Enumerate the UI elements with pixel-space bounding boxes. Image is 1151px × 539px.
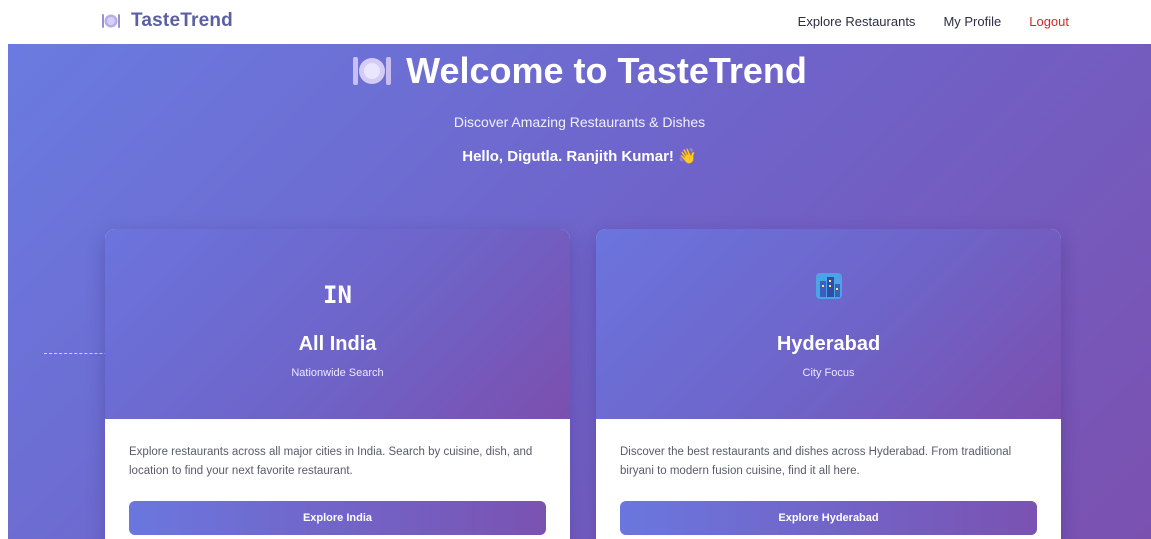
hero-subtitle: Discover Amazing Restaurants & Dishes <box>453 114 706 130</box>
brand-logo[interactable]: TasteTrend <box>101 10 233 32</box>
india-flag-badge: IN <box>323 281 352 309</box>
top-navbar: TasteTrend Explore Restaurants My Profil… <box>0 0 1151 44</box>
hero-title-row: Welcome to TasteTrend <box>8 50 1151 92</box>
city-icon <box>815 273 842 299</box>
card-subtitle: City Focus <box>802 367 855 379</box>
brand-name: TasteTrend <box>131 10 233 31</box>
card-all-india: IN All India Nationwide Search Explore r… <box>105 229 570 539</box>
card-title: All India <box>298 333 377 355</box>
plate-icon <box>352 51 392 91</box>
explore-india-button[interactable]: Explore India <box>129 501 546 535</box>
nav-links: Explore Restaurants My Profile Logout <box>798 14 1069 29</box>
card-description: Discover the best restaurants and dishes… <box>620 446 1012 477</box>
card-header: Hyderabad City Focus <box>596 229 1061 419</box>
nav-explore-restaurants[interactable]: Explore Restaurants <box>798 14 916 29</box>
nav-logout[interactable]: Logout <box>1029 14 1069 29</box>
hero-title: Welcome to TasteTrend <box>406 50 807 91</box>
card-description: Explore restaurants across all major cit… <box>129 446 533 477</box>
card-hyderabad: Hyderabad City Focus Discover the best r… <box>596 229 1061 539</box>
card-header: IN All India Nationwide Search <box>105 229 570 419</box>
card-subtitle: Nationwide Search <box>291 367 384 379</box>
hero-section: Welcome to TasteTrend Discover Amazing R… <box>8 44 1151 539</box>
card-title: Hyderabad <box>776 333 881 355</box>
plate-icon <box>101 11 121 31</box>
explore-hyderabad-button[interactable]: Explore Hyderabad <box>620 501 1037 535</box>
hero-greeting: Hello, Digutla. Ranjith Kumar! 👋 <box>462 148 697 165</box>
nav-my-profile[interactable]: My Profile <box>943 14 1001 29</box>
